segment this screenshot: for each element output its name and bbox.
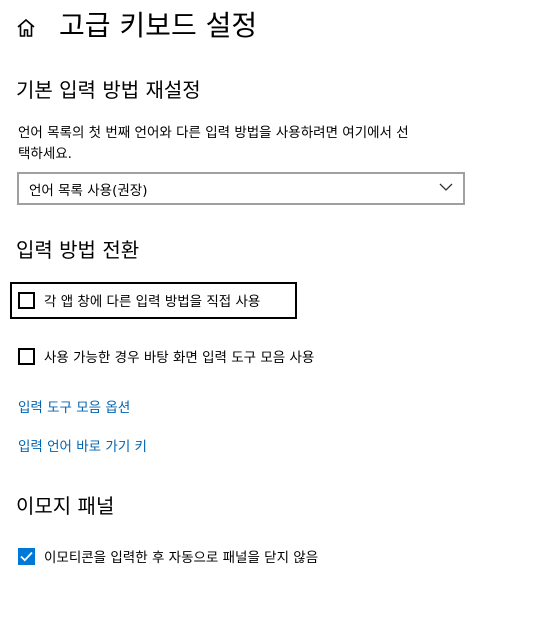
checkmark-icon xyxy=(20,551,33,561)
section-title-switching: 입력 방법 전환 xyxy=(16,238,140,262)
dropdown-selected-value: 언어 목록 사용(권장) xyxy=(29,182,148,199)
per-app-input-checkbox-row[interactable]: 각 앱 창에 다른 입력 방법을 직접 사용 xyxy=(18,290,260,310)
language-bar-options-link[interactable]: 입력 도구 모음 옵션 xyxy=(18,396,130,416)
per-app-input-label: 각 앱 창에 다른 입력 방법을 직접 사용 xyxy=(44,294,261,310)
page-title: 고급 키보드 설정 xyxy=(59,9,258,42)
override-description: 언어 목록의 첫 번째 언어와 다른 입력 방법을 사용하려면 여기에서 선 택… xyxy=(18,123,488,165)
emoji-panel-checkbox[interactable] xyxy=(18,547,35,565)
input-method-dropdown[interactable]: 언어 목록 사용(권장) xyxy=(17,172,465,205)
per-app-input-checkbox[interactable] xyxy=(18,291,35,309)
input-language-hotkeys-link[interactable]: 입력 언어 바로 가기 키 xyxy=(18,435,147,455)
desktop-language-bar-checkbox[interactable] xyxy=(18,347,35,365)
emoji-panel-checkbox-row[interactable]: 이모티콘을 입력한 후 자동으로 패널을 닫지 않음 xyxy=(18,546,318,566)
override-description-line1: 언어 목록의 첫 번째 언어와 다른 입력 방법을 사용하려면 여기에서 선 xyxy=(18,125,409,141)
section-title-emoji: 이모지 패널 xyxy=(16,494,115,518)
desktop-language-bar-checkbox-row[interactable]: 사용 가능한 경우 바탕 화면 입력 도구 모음 사용 xyxy=(18,346,314,366)
home-icon[interactable] xyxy=(14,16,38,40)
desktop-language-bar-label: 사용 가능한 경우 바탕 화면 입력 도구 모음 사용 xyxy=(44,350,315,366)
chevron-down-icon xyxy=(439,183,453,191)
section-title-override: 기본 입력 방법 재설정 xyxy=(16,78,201,102)
override-description-line2: 택하세요. xyxy=(18,146,72,162)
emoji-panel-label: 이모티콘을 입력한 후 자동으로 패널을 닫지 않음 xyxy=(44,550,319,566)
